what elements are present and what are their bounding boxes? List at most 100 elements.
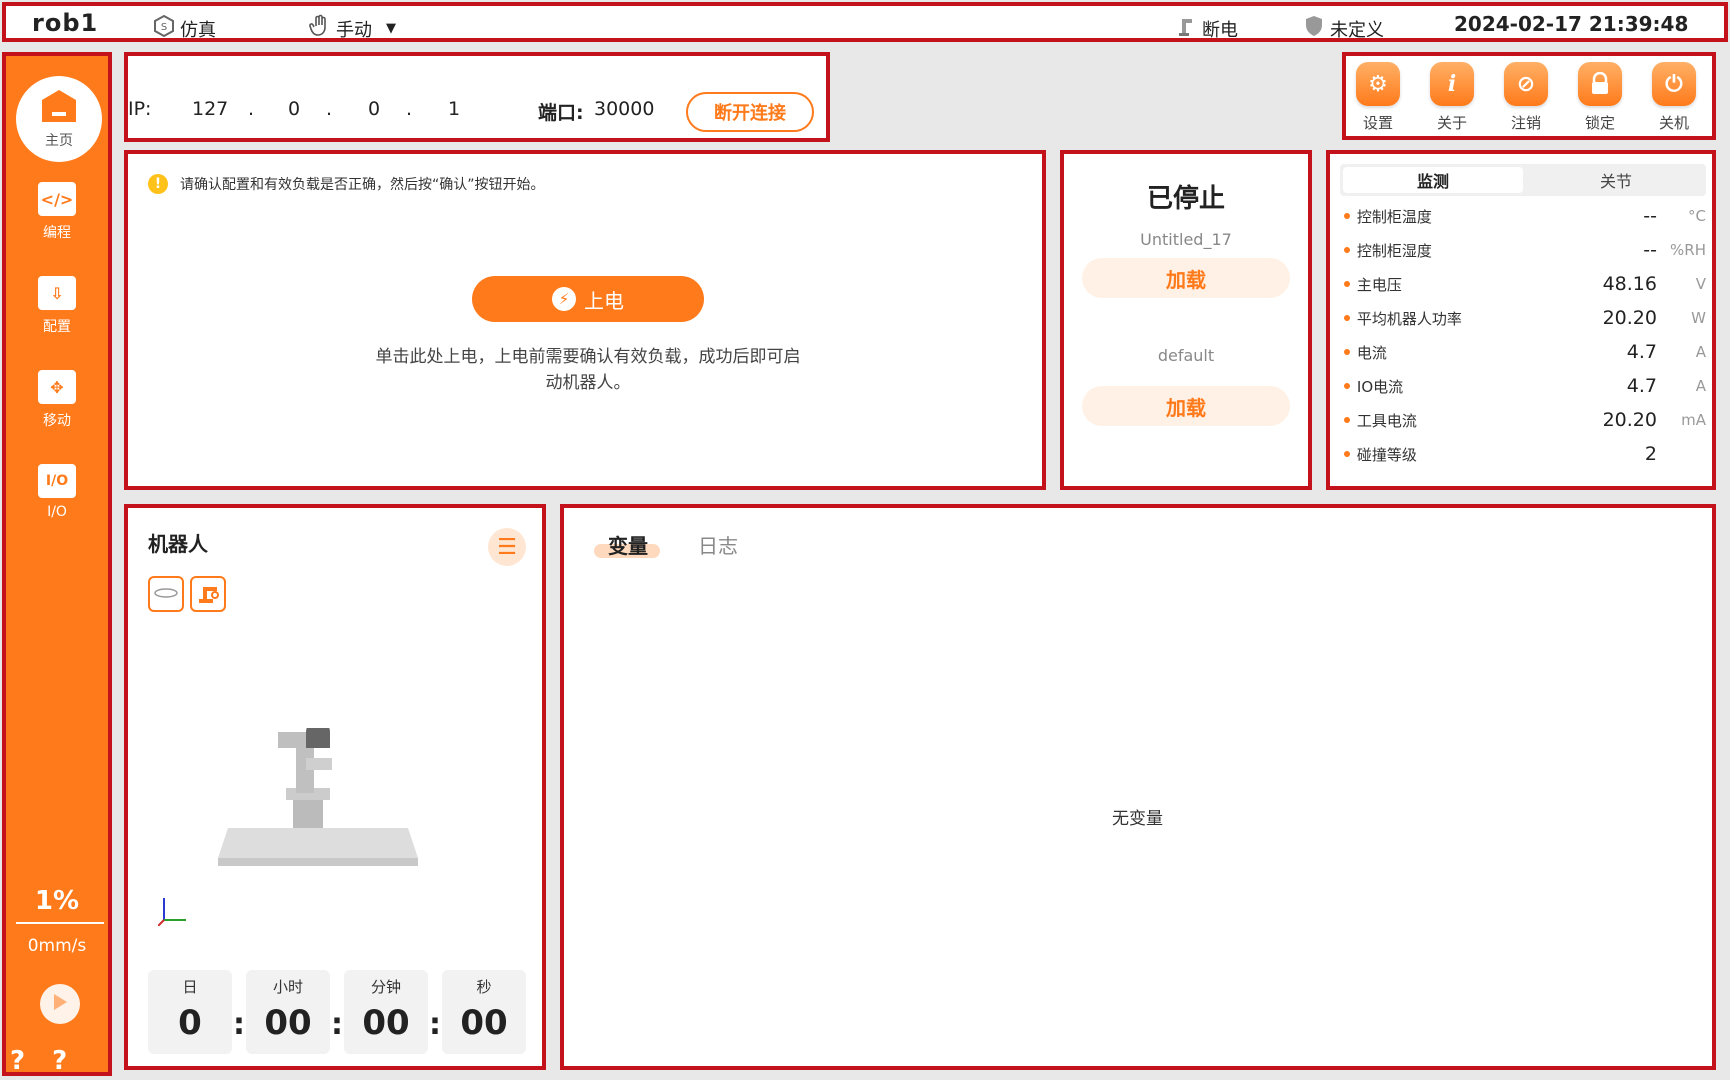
monitor-value: -- — [1643, 239, 1657, 261]
tab-joints[interactable]: 关节 — [1526, 164, 1706, 196]
bullet-icon — [1344, 247, 1350, 253]
simulation-indicator[interactable]: S 仿真 — [152, 14, 216, 43]
ip-octet-1[interactable]: 127 — [192, 98, 228, 120]
hand-icon — [308, 14, 332, 43]
monitor-unit: %RH — [1670, 241, 1706, 259]
power-on-label: 上电 — [584, 288, 624, 313]
monitor-value: 2 — [1644, 443, 1657, 465]
code-icon: </> — [38, 182, 76, 216]
program-state: 已停止 — [1146, 184, 1225, 214]
monitor-panel: 监测 关节 控制柜温度 -- °C 控制柜湿度 -- %RH 主电压 48.16… — [1326, 150, 1716, 490]
monitor-unit: °C — [1688, 207, 1706, 225]
notice-text: 请确认配置和有效负载是否正确，然后按“确认”按钮开始。 — [180, 177, 545, 193]
monitor-unit: A — [1695, 377, 1706, 395]
sidebar: 主页 </> 编程 ⇩ 配置 ✥ 移动 I/O I/O 1% 0mm/s ? ?… — [2, 52, 112, 1080]
power-on-button[interactable]: ⚡ 上电 — [472, 276, 704, 322]
chevron-down-icon: ▼ — [386, 21, 396, 36]
sidebar-item-home[interactable]: 主页 — [16, 76, 102, 162]
lightning-icon: ⚡ — [552, 287, 576, 311]
monitor-value: 20.20 — [1602, 307, 1657, 329]
monitor-value: 20.20 — [1602, 409, 1657, 431]
shutdown-button[interactable]: ⏻ 关机 — [1644, 62, 1704, 133]
program-panel: 已停止 Untitled_17 加载 default 加载 — [1060, 150, 1312, 490]
robot-arm-icon — [195, 579, 221, 609]
sidebar-item-move[interactable]: ✥ 移动 — [6, 370, 108, 430]
platform-icon — [153, 585, 179, 604]
config-name: default — [1157, 346, 1215, 365]
robot-name: rob1 — [32, 9, 99, 37]
view-robot-button[interactable] — [190, 576, 226, 612]
bullet-icon — [1344, 213, 1350, 219]
power-description: 单击此处上电，上电前需要确认有效负载，成功后即可启动机器人。 — [375, 347, 801, 393]
settings-button[interactable]: ⚙ 设置 — [1348, 62, 1408, 133]
lock-button[interactable]: 锁定 — [1570, 62, 1630, 133]
monitor-unit: W — [1691, 309, 1706, 327]
safety-status-label: 未定义 — [1330, 19, 1384, 41]
ip-octet-3[interactable]: 0 — [368, 98, 380, 120]
list-icon: ☰ — [497, 534, 517, 560]
tab-log[interactable]: 日志 — [698, 530, 738, 559]
power-icon: ⏻ — [1652, 62, 1696, 106]
timer-label: 日 — [182, 978, 198, 996]
timer-label: 秒 — [476, 978, 492, 996]
ip-label: IP: — [128, 98, 152, 120]
timer-separator: : — [233, 1007, 245, 1042]
mode-dropdown[interactable]: 手动 ▼ — [308, 14, 396, 43]
simulation-label: 仿真 — [180, 19, 216, 41]
bullet-icon — [1344, 451, 1350, 457]
monitor-value: 48.16 — [1602, 273, 1657, 295]
home-icon — [40, 88, 78, 128]
logout-icon: ⊘ — [1504, 62, 1548, 106]
monitor-row: 控制柜温度 -- °C — [1344, 204, 1706, 228]
ip-octet-4[interactable]: 1 — [448, 98, 460, 120]
monitor-row: 工具电流 20.20 mA — [1344, 408, 1706, 432]
power-status: 断电 — [1174, 14, 1238, 43]
ip-octet-2[interactable]: 0 — [288, 98, 300, 120]
port-value[interactable]: 30000 — [594, 98, 654, 120]
load-config-button[interactable]: 加载 — [1082, 386, 1290, 426]
monitor-label: 控制柜湿度 — [1356, 241, 1432, 260]
info-icon: ! — [148, 174, 168, 194]
logout-button[interactable]: ⊘ 注销 — [1496, 62, 1556, 133]
bullet-icon — [1344, 383, 1350, 389]
load-program-button[interactable]: 加载 — [1082, 258, 1290, 298]
tab-monitor[interactable]: 监测 — [1343, 167, 1523, 193]
about-button[interactable]: i 关于 — [1422, 62, 1482, 133]
play-button[interactable] — [40, 984, 80, 1024]
monitor-row: 控制柜湿度 -- %RH — [1344, 238, 1706, 262]
disconnect-button[interactable]: 断开连接 — [686, 92, 814, 132]
ip-dot: . — [326, 98, 333, 120]
sidebar-item-config[interactable]: ⇩ 配置 — [6, 276, 108, 336]
monitor-value: 4.7 — [1626, 341, 1657, 363]
robot-panel: 机器人 ☰ 日 0 : 小时 00: 分钟 00: 秒 00 — [124, 504, 546, 1070]
tab-variables[interactable]: 变量 — [608, 530, 648, 559]
monitor-label: 电流 — [1356, 343, 1387, 362]
timer-value: 00 — [264, 1003, 312, 1043]
sidebar-footer-text: ? ? ? ? — [10, 1046, 77, 1080]
io-icon: I/O — [38, 464, 76, 498]
power-on-panel: ! 请确认配置和有效负载是否正确，然后按“确认”按钮开始。 ⚡ 上电 单击此处上… — [124, 150, 1046, 490]
timer-value: 00 — [362, 1003, 410, 1043]
sidebar-item-program[interactable]: </> 编程 — [6, 182, 108, 242]
lock-icon — [1578, 62, 1622, 106]
monitor-label: 工具电流 — [1356, 411, 1417, 430]
view-base-button[interactable] — [148, 576, 184, 612]
port-label: 端口: — [538, 102, 584, 124]
shield-icon — [1302, 14, 1326, 43]
monitor-value: 4.7 — [1626, 375, 1657, 397]
monitor-unit: A — [1695, 343, 1706, 361]
sidebar-item-label: 主页 — [45, 133, 73, 149]
speed-percent[interactable]: 1% — [6, 886, 108, 916]
sidebar-item-label: 配置 — [43, 319, 71, 335]
sidebar-item-label: I/O — [47, 504, 67, 520]
speed-divider — [16, 922, 104, 924]
speed-value: 0mm/s — [27, 936, 87, 956]
list-menu-button[interactable]: ☰ — [488, 528, 526, 566]
sidebar-item-io[interactable]: I/O I/O — [6, 464, 108, 520]
system-toolbar: ⚙ 设置 i 关于 ⊘ 注销 锁定 ⏻ 关机 — [1342, 52, 1716, 140]
program-name: Untitled_17 — [1140, 230, 1232, 249]
bullet-icon — [1344, 315, 1350, 321]
info-icon: i — [1430, 62, 1474, 106]
monitor-label: 平均机器人功率 — [1356, 309, 1462, 328]
robot-3d-view[interactable] — [208, 720, 448, 878]
